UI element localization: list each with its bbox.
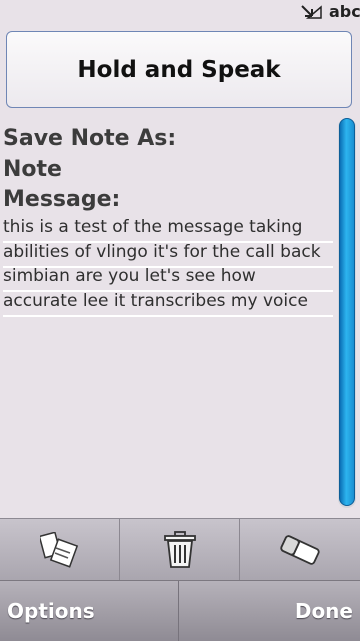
- toolbar: [0, 518, 360, 581]
- scrollbar-thumb[interactable]: [339, 118, 355, 506]
- clear-button[interactable]: [240, 519, 360, 581]
- hold-and-speak-button[interactable]: Hold and Speak: [6, 31, 352, 108]
- eraser-icon: [280, 535, 320, 565]
- signal-icon: [301, 5, 322, 19]
- message-label: Message:: [3, 187, 121, 212]
- scrollbar[interactable]: [338, 118, 356, 508]
- paste-button[interactable]: [0, 519, 120, 581]
- message-line[interactable]: accurate lee it transcribes my voice: [3, 291, 333, 317]
- options-softkey[interactable]: Options: [0, 581, 179, 641]
- delete-button[interactable]: [120, 519, 240, 581]
- done-softkey[interactable]: Done: [180, 581, 360, 641]
- message-line[interactable]: abilities of vlingo it's for the call ba…: [3, 242, 333, 268]
- message-line[interactable]: simbian are you let's see how: [3, 266, 333, 292]
- input-mode-indicator: abc: [329, 2, 360, 21]
- save-note-as-label: Save Note As:: [3, 126, 177, 151]
- softkey-bar: Options Done: [0, 580, 360, 641]
- trash-icon: [163, 531, 196, 568]
- note-type-label[interactable]: Note: [3, 157, 62, 182]
- status-bar: abc: [0, 0, 360, 28]
- message-line[interactable]: this is a test of the message taking: [3, 217, 333, 243]
- clipboard-icon: [39, 532, 78, 568]
